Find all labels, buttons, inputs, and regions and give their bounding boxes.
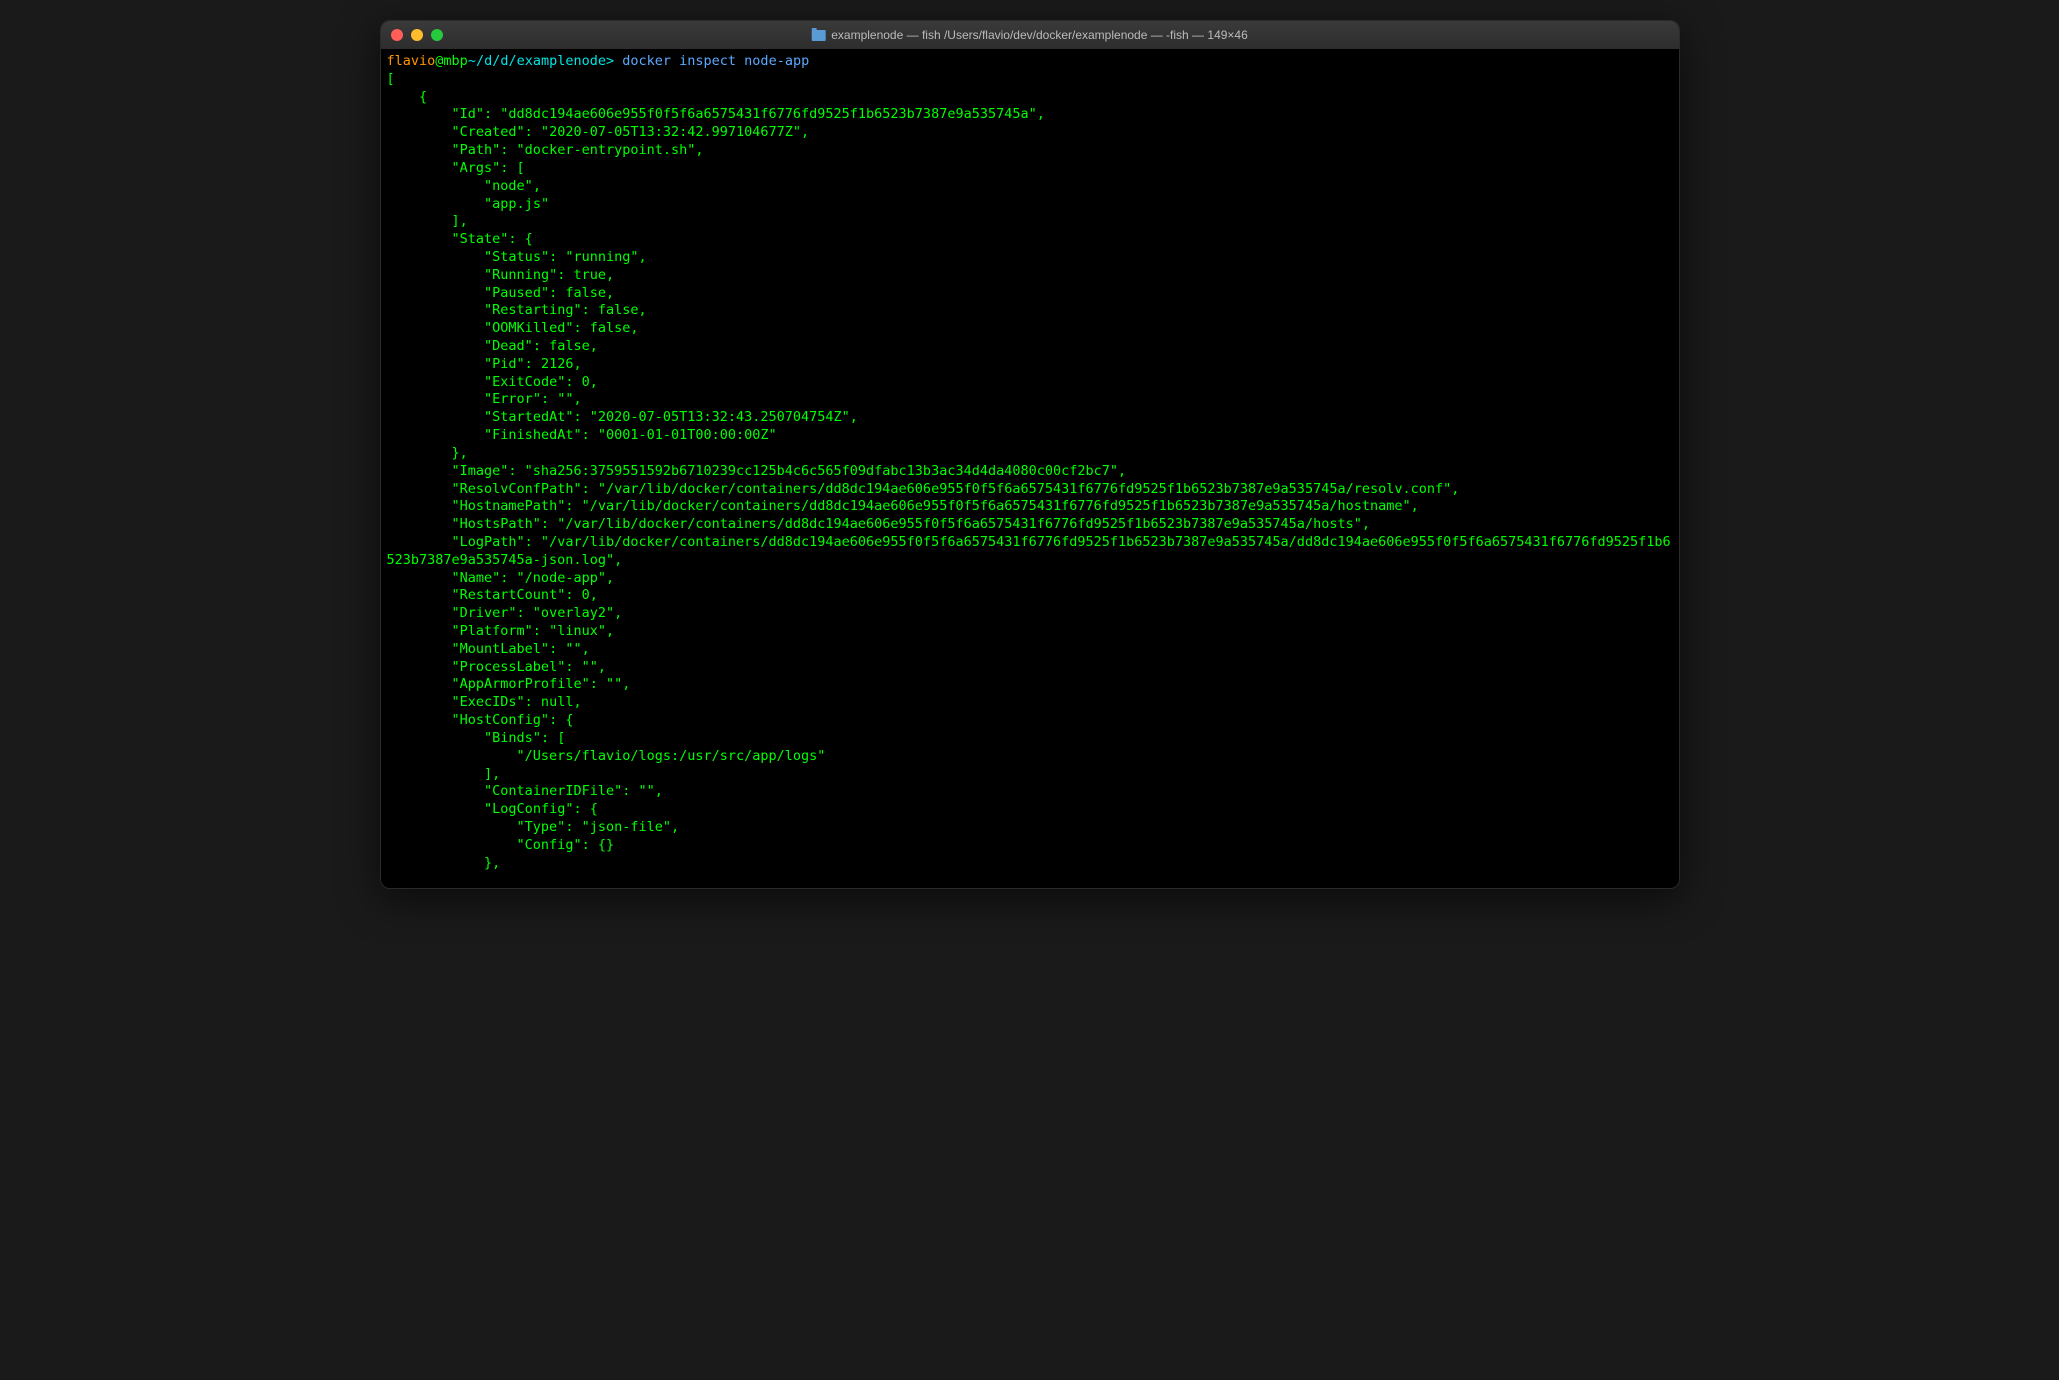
window-title: examplenode — fish /Users/flavio/dev/doc…: [811, 28, 1248, 42]
output-line: [: [387, 71, 395, 87]
titlebar[interactable]: examplenode — fish /Users/flavio/dev/doc…: [381, 21, 1679, 49]
prompt-user: flavio: [387, 53, 436, 69]
output-line: "LogPath": "/var/lib/docker/containers/d…: [387, 534, 1671, 568]
output-line: "Status": "running",: [387, 249, 647, 265]
output-line: "Binds": [: [387, 730, 566, 746]
output-line: "Args": [: [387, 160, 525, 176]
output-line: "Path": "docker-entrypoint.sh",: [387, 142, 704, 158]
output-line: "OOMKilled": false,: [387, 320, 639, 336]
window-title-text: examplenode — fish /Users/flavio/dev/doc…: [831, 28, 1248, 42]
output-line: "Created": "2020-07-05T13:32:42.99710467…: [387, 124, 810, 140]
output-line: },: [387, 445, 468, 461]
output-line: "node",: [387, 178, 541, 194]
output-line: "ProcessLabel": "",: [387, 659, 606, 675]
output-line: "State": {: [387, 231, 533, 247]
output-line: "HostConfig": {: [387, 712, 574, 728]
terminal-window: examplenode — fish /Users/flavio/dev/doc…: [380, 20, 1680, 889]
output-line: "Config": {}: [387, 837, 615, 853]
output-line: "Error": "",: [387, 391, 582, 407]
output-line: "LogConfig": {: [387, 801, 598, 817]
output-line: "MountLabel": "",: [387, 641, 590, 657]
output-line: "Restarting": false,: [387, 302, 647, 318]
output-line: "Driver": "overlay2",: [387, 605, 623, 621]
maximize-icon[interactable]: [431, 29, 443, 41]
prompt-caret: >: [606, 53, 614, 69]
output-line: "AppArmorProfile": "",: [387, 676, 631, 692]
output-line: "RestartCount": 0,: [387, 587, 598, 603]
command-text: docker inspect node-app: [622, 53, 809, 69]
output-line: "ContainerIDFile": "",: [387, 783, 663, 799]
output-line: ],: [387, 766, 501, 782]
output-line: "Dead": false,: [387, 338, 598, 354]
output-line: "Name": "/node-app",: [387, 570, 615, 586]
prompt-path: ~/d/d/examplenode: [468, 53, 606, 69]
output-line: {: [387, 89, 428, 105]
output-line: "/Users/flavio/logs:/usr/src/app/logs": [387, 748, 826, 764]
output-line: "Platform": "linux",: [387, 623, 615, 639]
output-line: "ExecIDs": null,: [387, 694, 582, 710]
terminal-body[interactable]: flavio@mbp~/d/d/examplenode> docker insp…: [381, 49, 1679, 888]
output-line: "Id": "dd8dc194ae606e955f0f5f6a6575431f6…: [387, 106, 1045, 122]
output-line: "Paused": false,: [387, 285, 615, 301]
output-line: "ResolvConfPath": "/var/lib/docker/conta…: [387, 481, 1460, 497]
traffic-lights: [391, 29, 443, 41]
output-line: "FinishedAt": "0001-01-01T00:00:00Z": [387, 427, 777, 443]
folder-icon: [811, 30, 825, 41]
output-line: "Pid": 2126,: [387, 356, 582, 372]
prompt-host: mbp: [443, 53, 467, 69]
output-line: "HostsPath": "/var/lib/docker/containers…: [387, 516, 1370, 532]
output-line: },: [387, 855, 501, 871]
output-line: "app.js": [387, 196, 550, 212]
output-line: "ExitCode": 0,: [387, 374, 598, 390]
output-line: "Image": "sha256:3759551592b6710239cc125…: [387, 463, 1127, 479]
output-line: "StartedAt": "2020-07-05T13:32:43.250704…: [387, 409, 858, 425]
output-line: "Type": "json-file",: [387, 819, 680, 835]
close-icon[interactable]: [391, 29, 403, 41]
output-line: "HostnamePath": "/var/lib/docker/contain…: [387, 498, 1419, 514]
output-line: ],: [387, 213, 468, 229]
output-line: "Running": true,: [387, 267, 615, 283]
minimize-icon[interactable]: [411, 29, 423, 41]
